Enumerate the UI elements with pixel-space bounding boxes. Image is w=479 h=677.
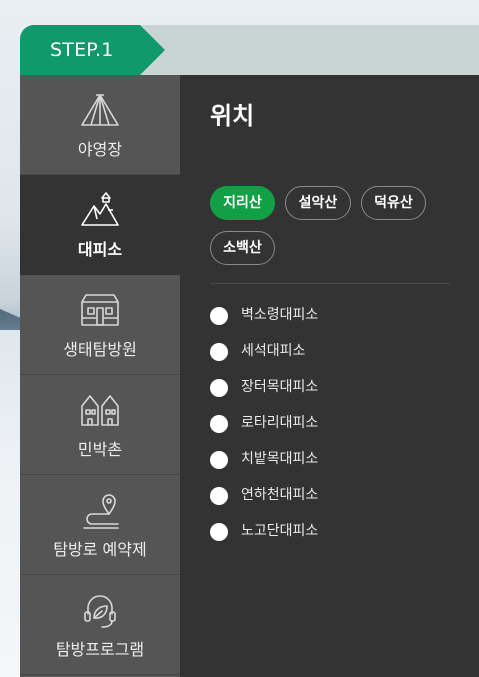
lodge-icon — [81, 294, 119, 326]
sidebar-item-campground[interactable]: 야영장 — [20, 75, 180, 175]
location-chip-sobaeksan[interactable]: 소백산 — [210, 231, 275, 265]
sidebar-item-shelter[interactable]: 대피소 — [20, 175, 180, 275]
step-bar: STEP.1 — [20, 25, 479, 75]
divider — [210, 283, 450, 284]
category-sidebar: 야영장 대피소 생태탐방원 민박촌 탐방로 예약제 탐방프로그램 — [20, 75, 180, 677]
shelter-option-label: 노고단대피소 — [241, 523, 319, 539]
section-title: 위치 — [210, 102, 255, 130]
radio-button[interactable] — [210, 307, 228, 325]
radio-button[interactable] — [210, 343, 228, 361]
location-content: 위치 지리산 설악산 덕유산 소백산 벽소령대피소 세석대피소 장터목대피소 로… — [180, 75, 479, 677]
reservation-panel: STEP.1 야영장 대피소 생태탐방원 민박촌 탐방로 예약제 탐방프로그램 … — [20, 25, 479, 677]
trail-pin-icon — [83, 494, 119, 529]
shelter-option-label: 장터목대피소 — [241, 379, 319, 395]
location-chip-jirisan[interactable]: 지리산 — [210, 186, 275, 220]
shelter-option-label: 세석대피소 — [241, 343, 306, 359]
tent-icon — [81, 94, 119, 126]
houses-icon — [81, 395, 119, 426]
shelter-option-label: 로타리대피소 — [241, 415, 319, 431]
shelter-option-label: 치밭목대피소 — [241, 451, 319, 467]
sidebar-item-eco-lodge[interactable]: 생태탐방원 — [20, 275, 180, 375]
shelter-option-label: 벽소령대피소 — [241, 307, 319, 323]
sidebar-item-minbak[interactable]: 민박촌 — [20, 375, 180, 475]
shelter-icon — [81, 192, 119, 226]
sidebar-item-trail-reservation[interactable]: 탐방로 예약제 — [20, 475, 180, 575]
radio-button[interactable] — [210, 487, 228, 505]
location-chip-deogyusan[interactable]: 덕유산 — [361, 186, 426, 220]
sidebar-item-label: 탐방프로그램 — [55, 640, 145, 659]
radio-button[interactable] — [210, 415, 228, 433]
sidebar-item-label: 야영장 — [77, 140, 123, 159]
location-chip-seoraksan[interactable]: 설악산 — [285, 186, 351, 220]
leaf-headset-icon — [84, 595, 116, 628]
radio-button[interactable] — [210, 379, 228, 397]
sidebar-item-label: 탐방로 예약제 — [53, 540, 147, 559]
sidebar-item-program[interactable]: 탐방프로그램 — [20, 575, 180, 675]
sidebar-item-label: 대피소 — [77, 240, 123, 259]
sidebar-item-label: 민박촌 — [77, 440, 123, 459]
shelter-option-label: 연하천대피소 — [241, 487, 319, 503]
step-badge: STEP.1 — [20, 25, 165, 75]
radio-button[interactable] — [210, 451, 228, 469]
radio-button[interactable] — [210, 523, 228, 541]
sidebar-item-label: 생태탐방원 — [63, 340, 137, 359]
